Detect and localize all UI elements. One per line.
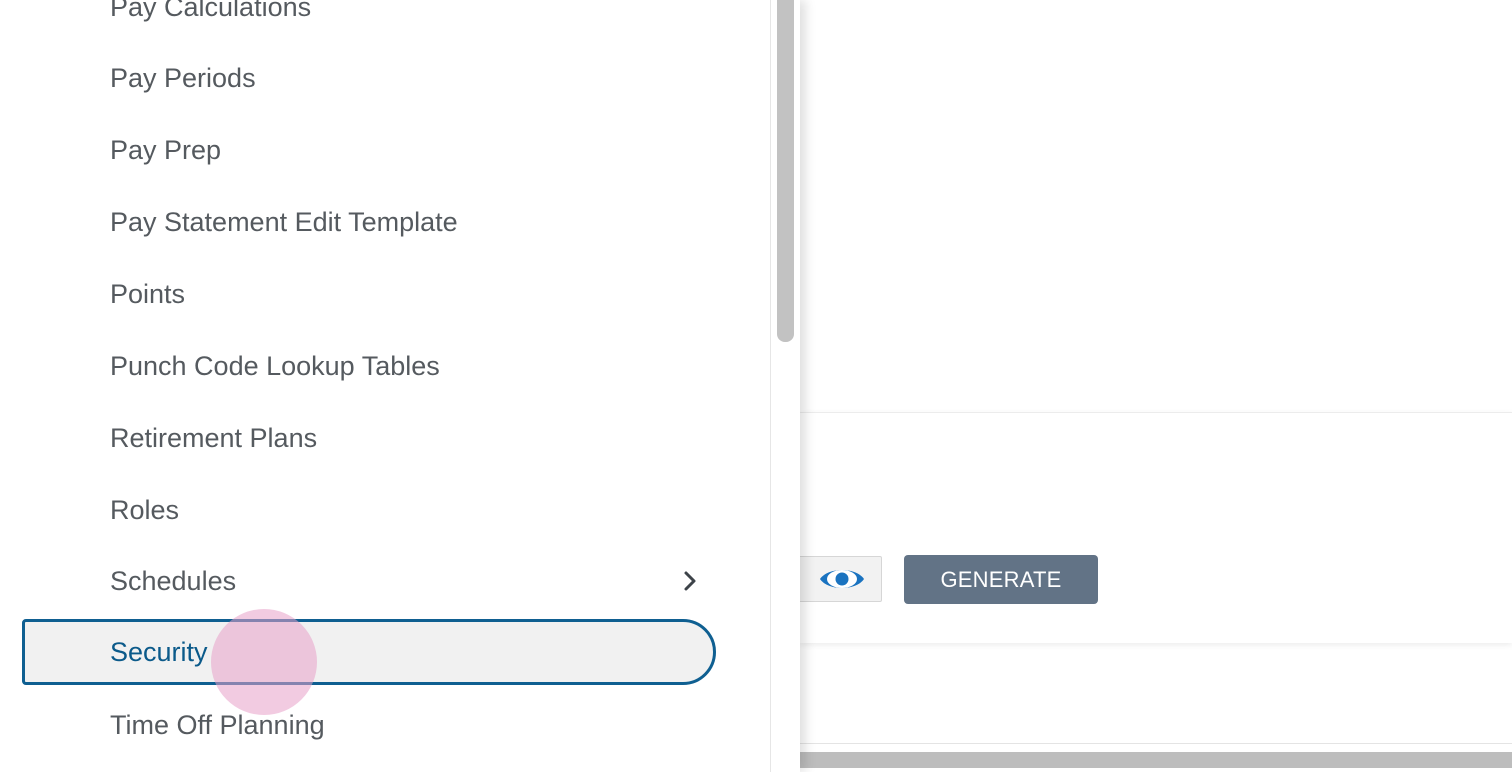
- menu-item-label: Time Off Planning: [110, 709, 325, 740]
- menu-item-pay-calculations[interactable]: Pay Calculations: [22, 0, 716, 40]
- menu-item-pay-periods[interactable]: Pay Periods: [22, 45, 716, 111]
- generate-button[interactable]: GENERATE: [904, 555, 1098, 604]
- menu-item-label: Pay Statement Edit Template: [110, 206, 458, 237]
- menu-item-punch-code-lookup-tables[interactable]: Punch Code Lookup Tables: [22, 333, 716, 399]
- menu-item-security[interactable]: Security: [22, 619, 716, 685]
- chevron-right-icon: [684, 571, 696, 591]
- menu-scrollbar-thumb[interactable]: [777, 0, 794, 342]
- menu-item-label: Pay Prep: [110, 134, 222, 165]
- menu-item-roles[interactable]: Roles: [22, 477, 716, 543]
- menu-item-retirement-plans[interactable]: Retirement Plans: [22, 405, 716, 471]
- app-page: GENERATE Pay Calculations Pay Periods Pa…: [0, 0, 1512, 772]
- menu-list: Pay Calculations Pay Periods Pay Prep Pa…: [0, 0, 770, 772]
- menu-item-label: Retirement Plans: [110, 422, 318, 453]
- menu-panel: Pay Calculations Pay Periods Pay Prep Pa…: [0, 0, 800, 772]
- horizontal-scrollbar[interactable]: [800, 752, 1512, 768]
- menu-item-label: Security: [110, 636, 208, 667]
- menu-item-label: Roles: [110, 494, 180, 525]
- menu-item-time-off-planning[interactable]: Time Off Planning: [22, 692, 716, 758]
- menu-item-label: Points: [110, 278, 186, 309]
- content-divider: [800, 743, 1512, 744]
- menu-item-pay-prep[interactable]: Pay Prep: [22, 117, 716, 183]
- menu-item-points[interactable]: Points: [22, 261, 716, 327]
- eye-icon: [820, 570, 864, 588]
- menu-item-label: Pay Calculations: [110, 0, 312, 22]
- menu-item-schedules[interactable]: Schedules: [22, 548, 716, 614]
- preview-button[interactable]: [790, 556, 882, 602]
- report-card: [800, 412, 1512, 643]
- menu-item-label: Pay Periods: [110, 62, 256, 93]
- menu-item-label: Punch Code Lookup Tables: [110, 350, 440, 381]
- menu-item-pay-statement-edit-template[interactable]: Pay Statement Edit Template: [22, 189, 716, 255]
- menu-item-label: Schedules: [110, 565, 237, 596]
